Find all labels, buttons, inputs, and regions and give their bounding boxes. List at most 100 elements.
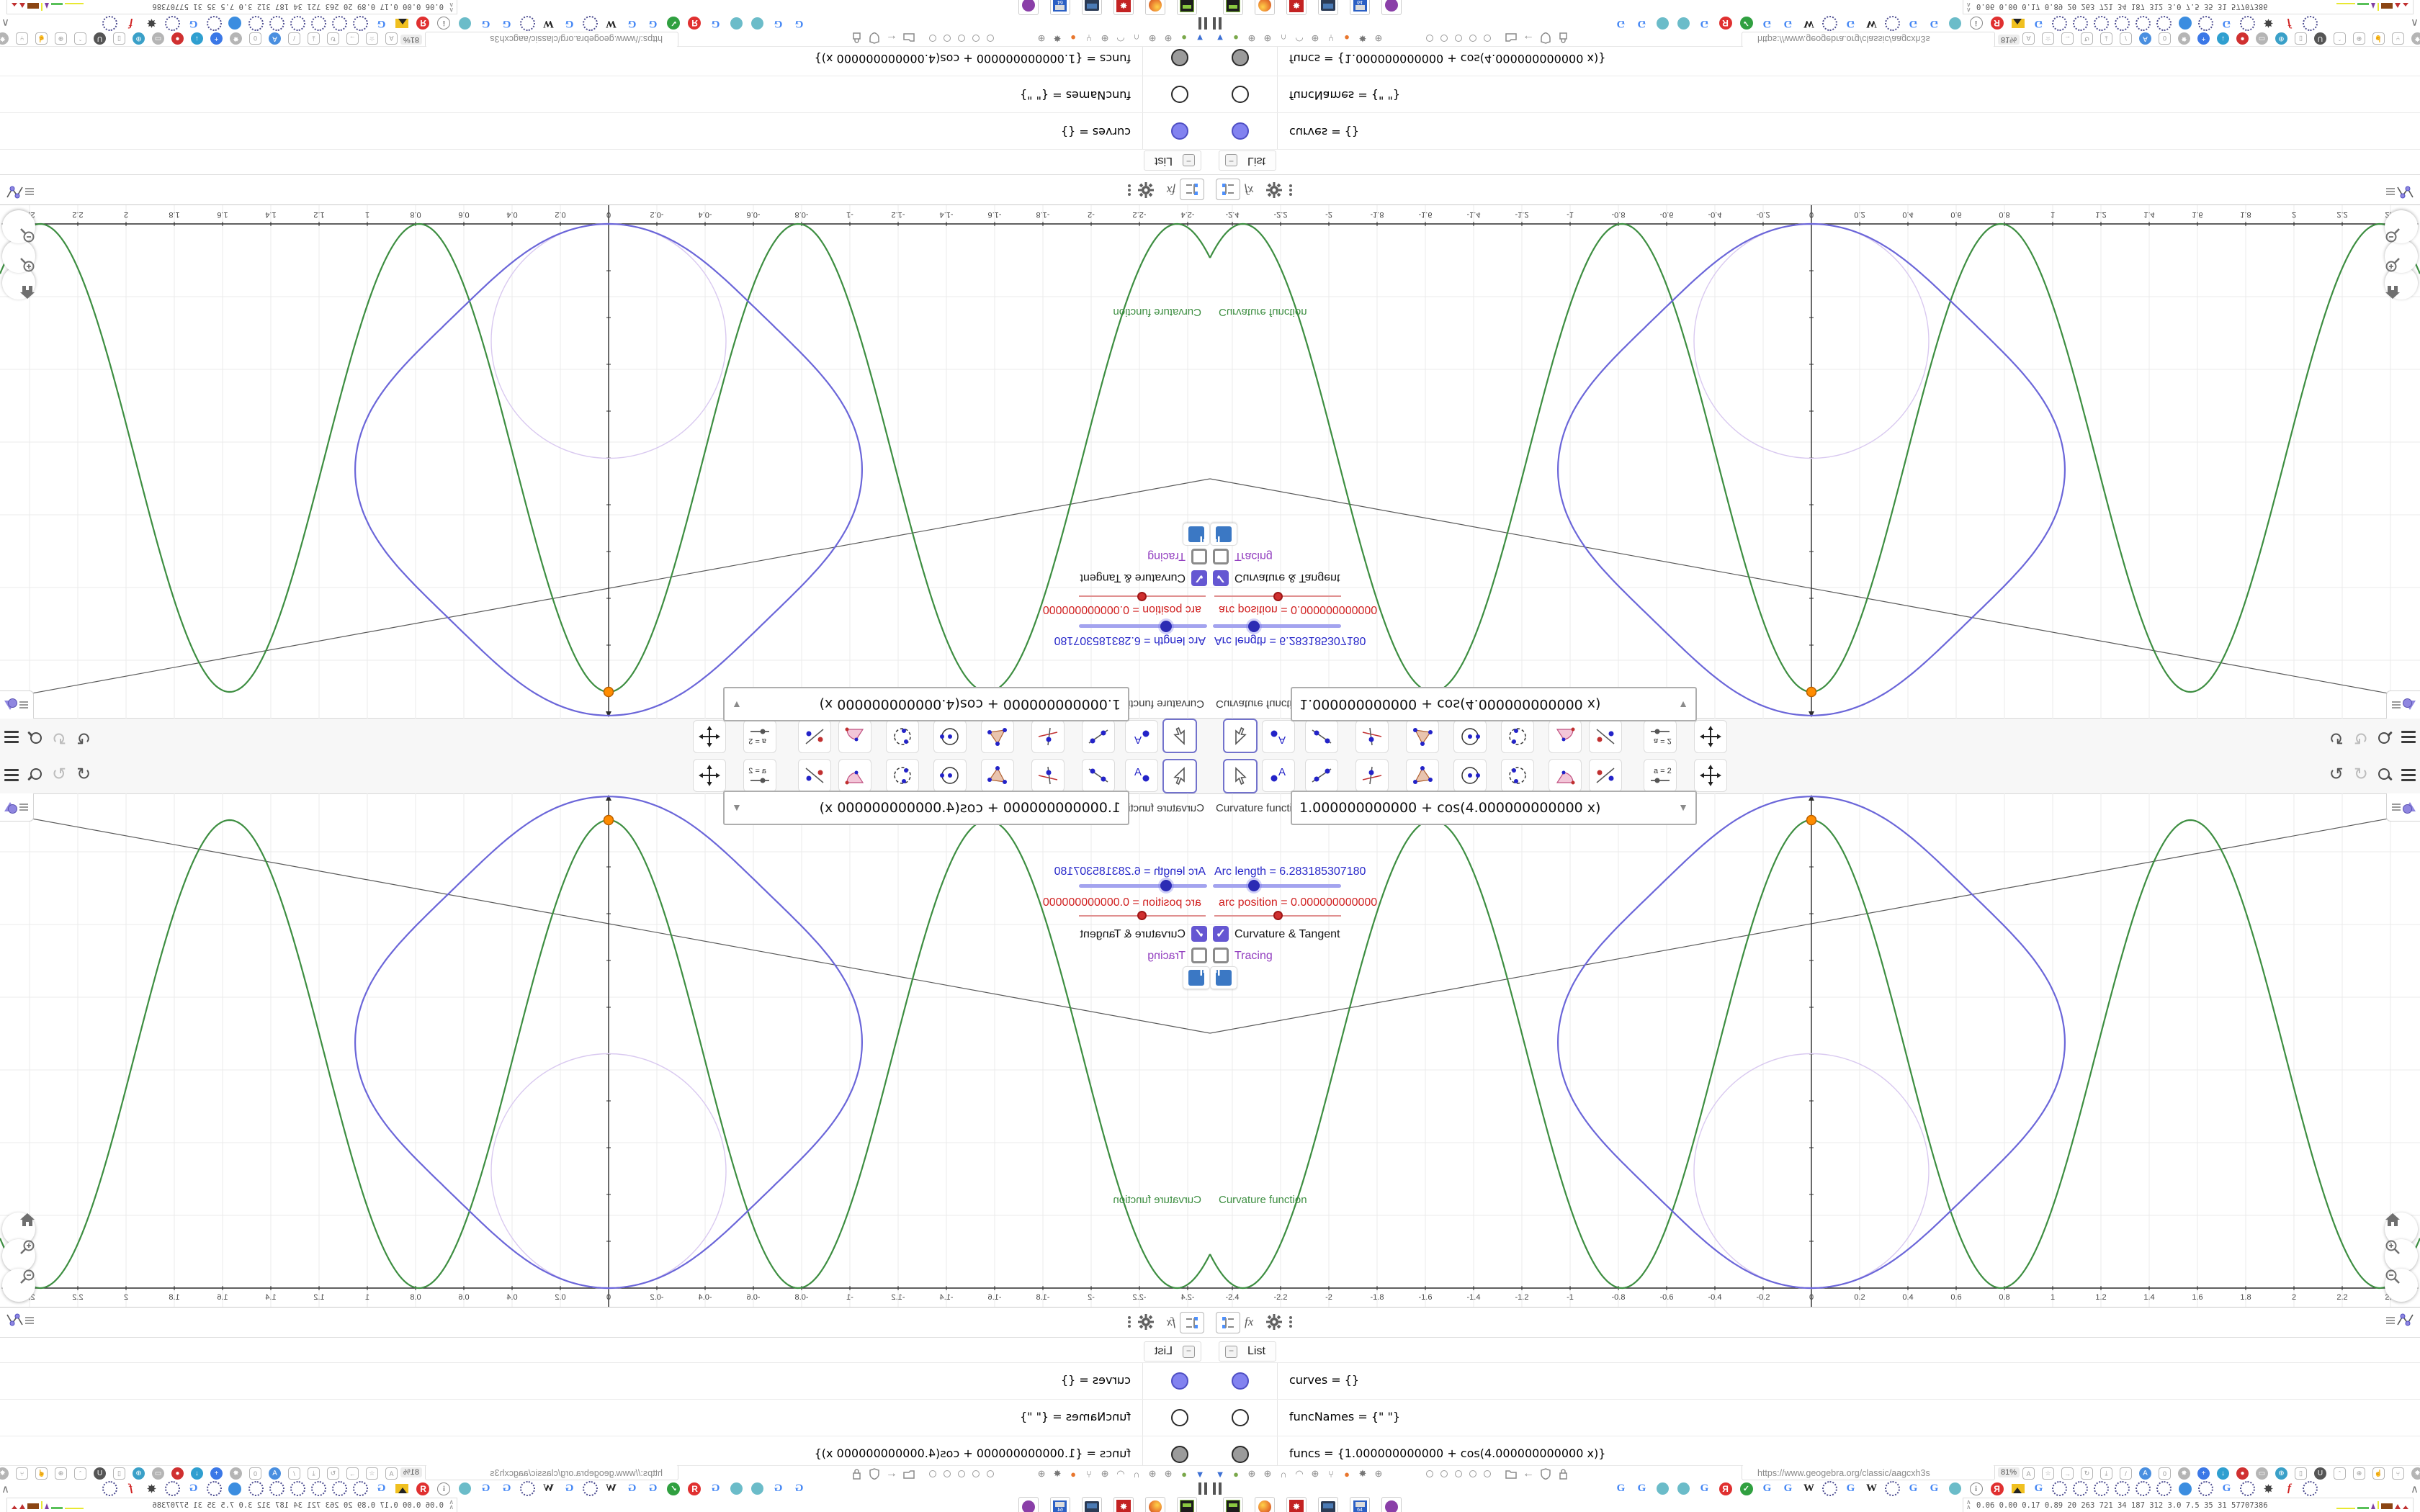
- favicon-gear-dark[interactable]: ✸: [144, 1481, 159, 1496]
- favicon-wreath[interactable]: [2198, 1481, 2213, 1496]
- favicon-photo[interactable]: [395, 16, 410, 31]
- favicon-wreath[interactable]: [269, 16, 284, 31]
- favicon-google-g[interactable]: G: [1843, 16, 1858, 31]
- favicon-yandex[interactable]: Я: [687, 1481, 702, 1496]
- zoom-badge[interactable]: 81%: [1998, 1467, 2020, 1477]
- tool-point-icon[interactable]: A: [1125, 759, 1158, 792]
- favicon-wikipedia-w[interactable]: W: [1864, 1481, 1879, 1496]
- tool-angle-icon[interactable]: [838, 720, 871, 753]
- arc-length-slider-knob[interactable]: [1158, 878, 1174, 894]
- green-circle-icon[interactable]: ●: [1177, 31, 1191, 45]
- folder-icon[interactable]: [902, 1467, 916, 1481]
- tool-perpendicular-line-icon[interactable]: [1355, 720, 1389, 753]
- search-icon[interactable]: [2378, 731, 2393, 744]
- favicon-google-g[interactable]: G: [186, 16, 201, 31]
- gear-icon[interactable]: ✸: [2178, 32, 2190, 45]
- record-red-icon[interactable]: ●: [171, 32, 184, 45]
- list-group-row[interactable]: − List: [1219, 150, 1276, 171]
- favicon-chat-blue[interactable]: [2177, 16, 2192, 31]
- favicon-google-g[interactable]: G: [2219, 1481, 2234, 1496]
- favicon-photo[interactable]: [395, 1481, 410, 1496]
- curvature-tangent-checkbox[interactable]: ✓: [1213, 570, 1229, 586]
- favicon-green-check[interactable]: ✓: [1739, 16, 1754, 31]
- favicon-wikipedia-w[interactable]: W: [1864, 16, 1879, 31]
- graphics-stylebar-button[interactable]: [0, 793, 34, 822]
- function-view-icon[interactable]: fx: [1167, 1312, 1175, 1332]
- favicon-google-g[interactable]: G: [2219, 16, 2234, 31]
- reload-icon[interactable]: ↻: [327, 32, 339, 45]
- down-blue-icon[interactable]: ↓: [2217, 32, 2229, 45]
- capsule-icon[interactable]: 0: [249, 1467, 261, 1480]
- headset-icon[interactable]: ∩: [1129, 31, 1144, 45]
- visibility-marble[interactable]: [1232, 122, 1249, 140]
- favicon-globe-teal[interactable]: [1948, 16, 1963, 31]
- favicon-google-g[interactable]: G: [1843, 1481, 1858, 1496]
- trash-icon[interactable]: ▭: [152, 1467, 164, 1480]
- record-red-icon[interactable]: ●: [171, 1467, 184, 1480]
- undo-icon[interactable]: ↺: [2329, 728, 2344, 747]
- favicon-globe-teal[interactable]: [457, 1481, 472, 1496]
- favicon-wreath[interactable]: [2303, 1481, 2318, 1496]
- kebab-menu-icon[interactable]: [1289, 180, 1292, 200]
- collapse-icon[interactable]: −: [1183, 1345, 1195, 1358]
- record-red-icon[interactable]: ●: [2236, 1467, 2249, 1480]
- favicon-gear-dark[interactable]: ✸: [144, 16, 159, 31]
- tool-reflect-icon[interactable]: [798, 759, 831, 792]
- lock-icon[interactable]: [1556, 1467, 1570, 1481]
- tool-perpendicular-line-icon[interactable]: [1031, 720, 1065, 753]
- green-circle-icon[interactable]: ●: [1177, 1467, 1191, 1481]
- input-value[interactable]: 1.000000000000 + cos(4.000000000000 x): [820, 696, 1128, 712]
- favicon-wreath[interactable]: [353, 16, 368, 31]
- favicon-google-g[interactable]: G: [1697, 16, 1712, 31]
- phone-icon[interactable]: ▯: [113, 1467, 125, 1480]
- arc-position-slider-knob[interactable]: [1273, 592, 1283, 601]
- favicon-wreath[interactable]: [2156, 1481, 2172, 1496]
- arc-length-slider[interactable]: [1213, 884, 1341, 888]
- visibility-marble[interactable]: [1232, 1409, 1249, 1426]
- tree-view-icon[interactable]: [1180, 1312, 1204, 1333]
- taskbar-floppy-64-icon[interactable]: 64: [1350, 1497, 1370, 1512]
- gear-icon[interactable]: ✸: [230, 1467, 242, 1480]
- ud-shield-icon[interactable]: U: [2314, 1467, 2326, 1480]
- zoom-out-button[interactable]: [2385, 210, 2418, 243]
- favicon-wikipedia-w[interactable]: W: [1801, 16, 1816, 31]
- favicon-wreath[interactable]: [520, 16, 535, 31]
- tool-polygon-icon[interactable]: [1406, 720, 1439, 753]
- globe-icon[interactable]: ⊕: [1161, 31, 1175, 45]
- kebab-menu-icon[interactable]: [1128, 1312, 1131, 1332]
- gear-icon[interactable]: ✸: [230, 32, 242, 45]
- add-blue-icon[interactable]: +: [210, 32, 223, 45]
- taskbar-storage-icon[interactable]: [1177, 1497, 1197, 1512]
- tool-point-icon[interactable]: A: [1262, 720, 1295, 753]
- favicon-globe-teal[interactable]: [729, 1481, 744, 1496]
- taskbar-floppy-64-icon[interactable]: 64: [1050, 0, 1070, 15]
- translate-blue-icon[interactable]: A: [269, 32, 281, 45]
- headset-icon[interactable]: ∩: [1276, 1467, 1291, 1481]
- function-view-icon[interactable]: fx: [1245, 180, 1253, 200]
- taskbar-firefox-icon[interactable]: [1255, 1497, 1275, 1512]
- arc-position-slider-knob[interactable]: [1273, 911, 1283, 920]
- shield-icon[interactable]: ˆ: [74, 1467, 86, 1480]
- favicon-wreath[interactable]: [2136, 16, 2151, 31]
- taskbar-floppy-64-icon[interactable]: 64: [1050, 1497, 1070, 1512]
- favicon-google-g[interactable]: G: [792, 1481, 807, 1496]
- favicon-gear-dark[interactable]: ✸: [2261, 1481, 2276, 1496]
- globe-icon[interactable]: ⊕: [1245, 1467, 1259, 1481]
- input-value[interactable]: 1.000000000000 + cos(4.000000000000 x): [1292, 696, 1600, 712]
- gear-icon[interactable]: ✸: [1355, 1467, 1370, 1481]
- add-blue-icon[interactable]: +: [2197, 1467, 2210, 1480]
- gear-icon[interactable]: ✸: [2178, 1467, 2190, 1480]
- favicon-wreath[interactable]: [332, 16, 347, 31]
- arc-length-slider-knob[interactable]: [1246, 618, 1262, 634]
- tool-point-icon[interactable]: A: [1262, 759, 1295, 792]
- thumb-icon[interactable]: ☝: [2372, 1467, 2385, 1480]
- capsule-icon[interactable]: 0: [2159, 1467, 2171, 1480]
- back-arrow-icon[interactable]: ←: [1521, 1467, 1536, 1481]
- tool-move-icon[interactable]: [1223, 719, 1258, 753]
- favicon-wreath[interactable]: [269, 1481, 284, 1496]
- visibility-marble[interactable]: [1232, 1372, 1249, 1390]
- translate-blue-icon[interactable]: A: [2139, 1467, 2151, 1480]
- favicon-google-g[interactable]: G: [1927, 16, 1942, 31]
- tool-line-icon[interactable]: [1082, 759, 1115, 792]
- down-blue-icon[interactable]: ↓: [2217, 1467, 2229, 1480]
